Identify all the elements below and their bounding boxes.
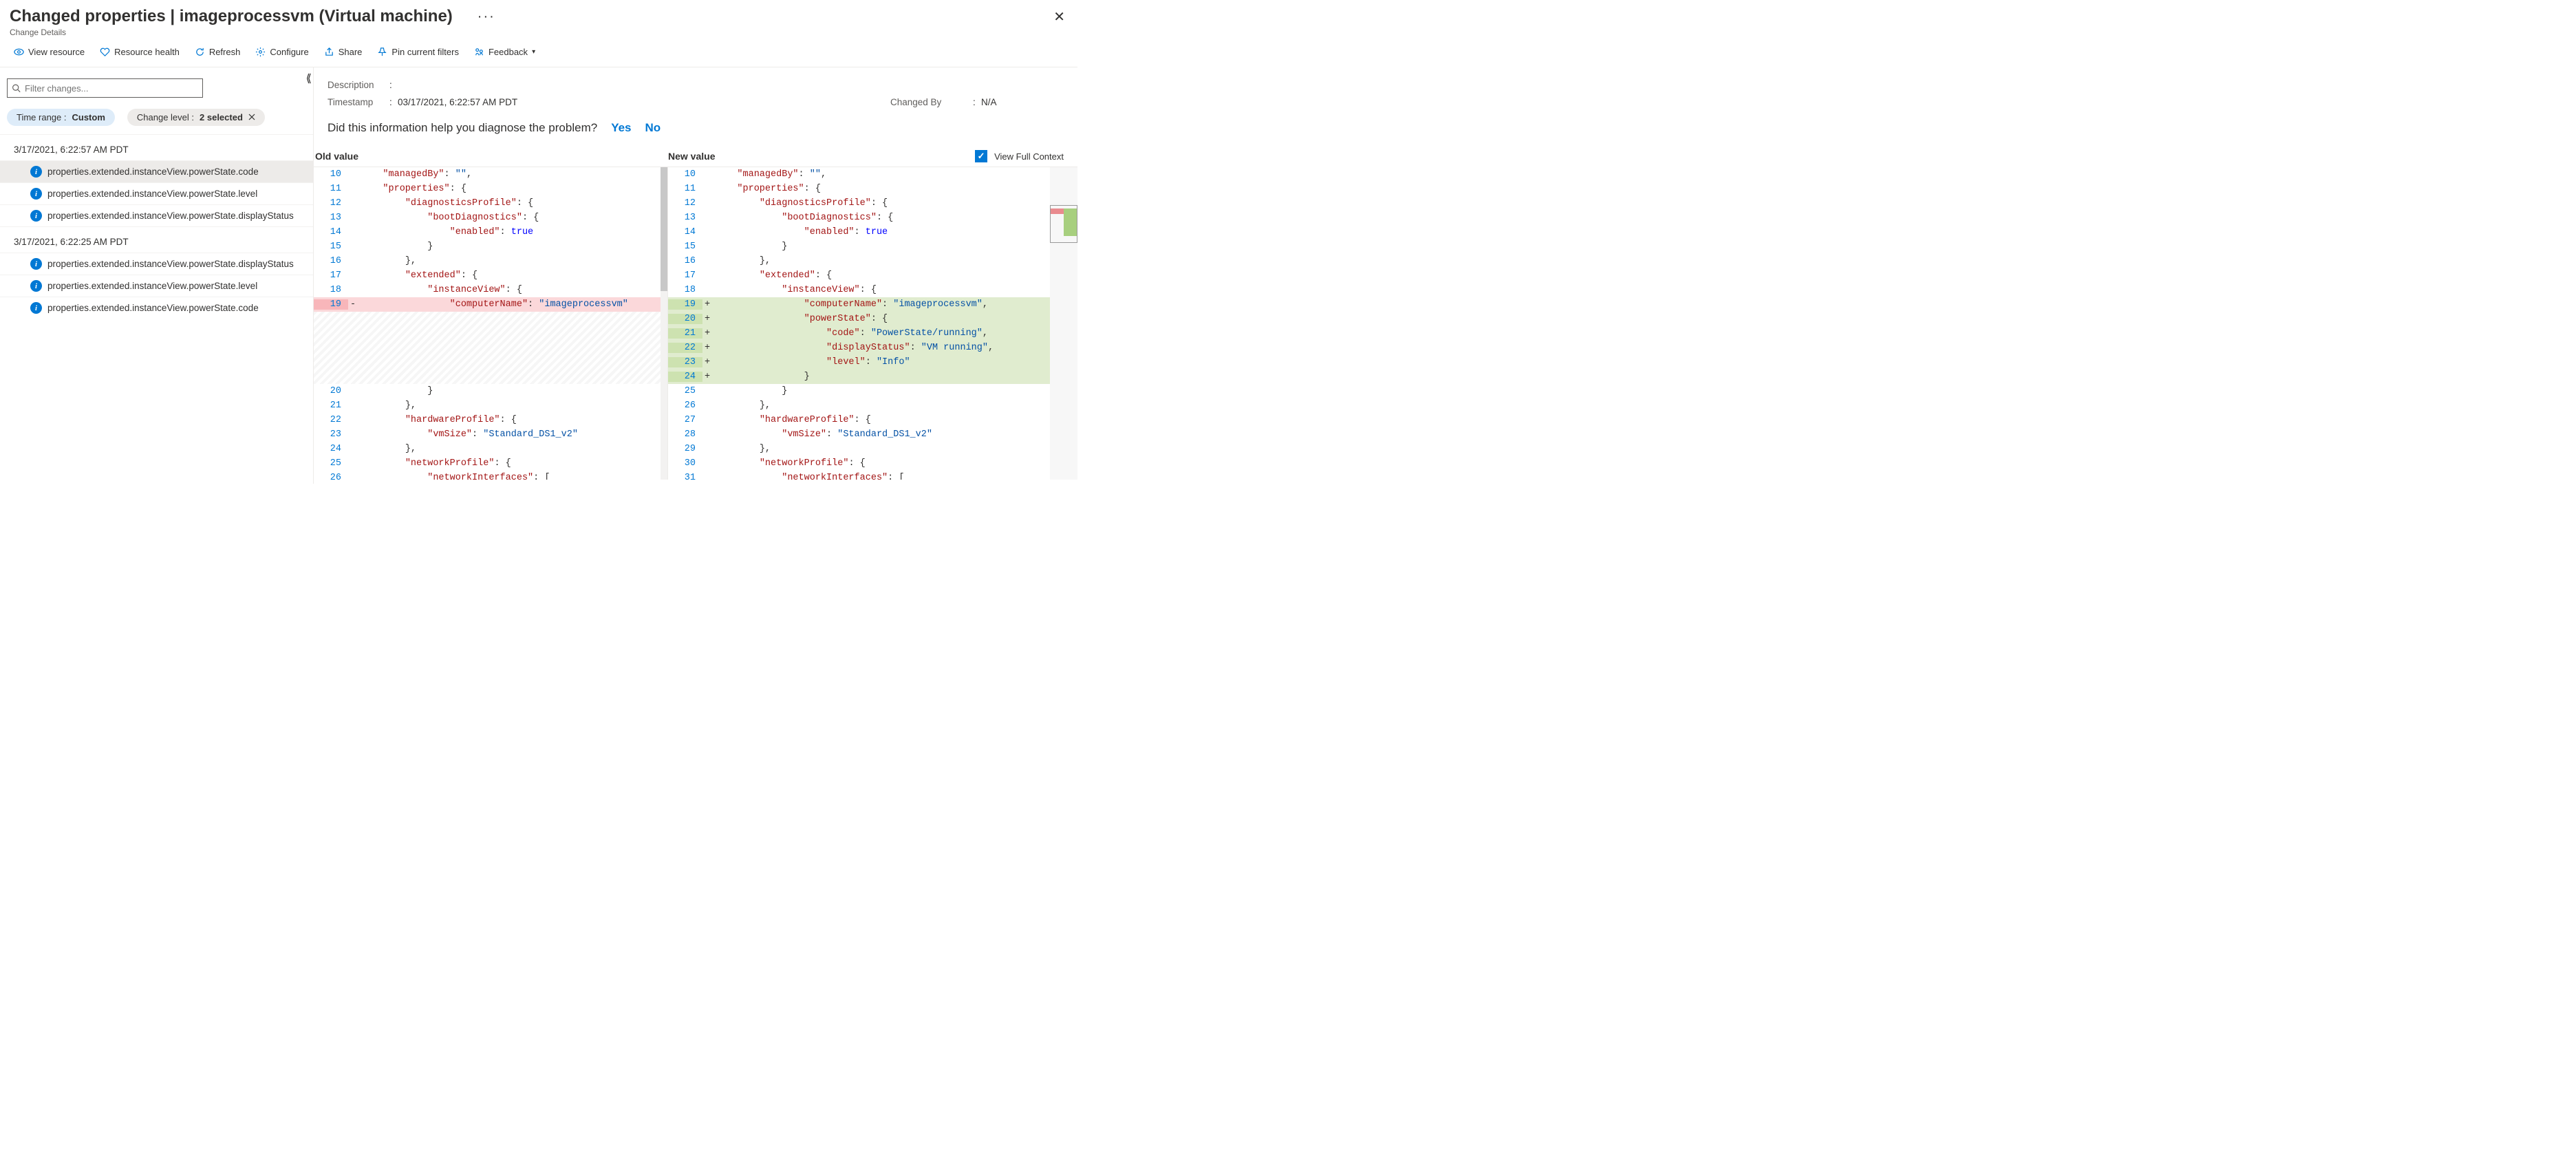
diff-line: 28 "vmSize": "Standard_DS1_v2" — [668, 427, 1050, 442]
share-button[interactable]: Share — [324, 47, 363, 57]
diff-line: 23+ "level": "Info" — [668, 355, 1050, 370]
info-icon — [30, 258, 42, 270]
value-changedby: N/A — [981, 97, 1064, 107]
diff-line: 10 "managedBy": "", — [314, 167, 667, 182]
diff-line: 18 "instanceView": { — [314, 283, 667, 297]
feedback-question: Did this information help you diagnose t… — [328, 121, 597, 135]
chevron-down-icon: ▾ — [532, 48, 535, 56]
diff-line: 25 "networkProfile": { — [314, 456, 667, 471]
page-title: Changed properties | imageprocessvm (Vir… — [10, 7, 453, 26]
pin-button[interactable]: Pin current filters — [377, 47, 459, 57]
filter-pill-timerange[interactable]: Time range : Custom — [7, 109, 115, 126]
filter-input-wrapper[interactable] — [7, 78, 203, 98]
diff-line: 24+ } — [668, 370, 1050, 384]
full-context-checkbox[interactable] — [975, 150, 987, 162]
diff-line: 27 "hardwareProfile": { — [668, 413, 1050, 427]
diff-filler — [314, 312, 667, 384]
diff-line: 29 }, — [668, 442, 1050, 456]
diff-line: 13 "bootDiagnostics": { — [668, 211, 1050, 225]
change-group-header: 3/17/2021, 6:22:25 AM PDT — [0, 226, 313, 253]
label-timestamp: Timestamp — [328, 97, 389, 107]
diff-line: 17 "extended": { — [314, 268, 667, 283]
changed-property-row[interactable]: properties.extended.instanceView.powerSt… — [0, 297, 313, 319]
feedback-button[interactable]: Feedback▾ — [474, 47, 535, 57]
diff-line: 20 } — [314, 384, 667, 398]
diff-line: 25 } — [668, 384, 1050, 398]
diff-line: 12 "diagnosticsProfile": { — [314, 196, 667, 211]
value-timestamp: 03/17/2021, 6:22:57 AM PDT — [398, 97, 890, 107]
label-changedby: Changed By — [890, 97, 973, 107]
changed-property-row[interactable]: properties.extended.instanceView.powerSt… — [0, 160, 313, 182]
diff-line: 30 "networkProfile": { — [668, 456, 1050, 471]
diff-line: 16 }, — [668, 254, 1050, 268]
diff-line: 12 "diagnosticsProfile": { — [668, 196, 1050, 211]
old-value-header: Old value — [314, 151, 668, 162]
diff-line: 26 }, — [668, 398, 1050, 413]
diff-line: 19+ "computerName": "imageprocessvm", — [668, 297, 1050, 312]
feedback-yes[interactable]: Yes — [611, 121, 631, 135]
diff-line: 15 } — [314, 239, 667, 254]
diff-line: 11 "properties": { — [314, 182, 667, 196]
more-menu-icon[interactable]: ··· — [477, 9, 495, 25]
changed-property-row[interactable]: properties.extended.instanceView.powerSt… — [0, 253, 313, 275]
refresh-button[interactable]: Refresh — [195, 47, 241, 57]
change-detail-pane: Description : Timestamp : 03/17/2021, 6:… — [314, 67, 1077, 484]
new-value-header: New value — [668, 151, 975, 162]
filter-pill-changelevel[interactable]: Change level : 2 selected — [127, 109, 265, 126]
change-group-header: 3/17/2021, 6:22:57 AM PDT — [0, 134, 313, 160]
resource-health-button[interactable]: Resource health — [100, 47, 180, 57]
breadcrumb: Change Details — [10, 28, 1068, 37]
diff-line: 26 "networkInterfaces": [ — [314, 471, 667, 480]
overview-ruler[interactable] — [1050, 167, 1077, 480]
diff-line: 15 } — [668, 239, 1050, 254]
diff-line: 14 "enabled": true — [668, 225, 1050, 239]
diff-line: 22+ "displayStatus": "VM running", — [668, 341, 1050, 355]
diff-new-column: 10 "managedBy": "",11 "properties": {12 … — [668, 167, 1050, 480]
diff-line: 18 "instanceView": { — [668, 283, 1050, 297]
changes-list-pane: ⟨⟨ Time range : Custom Change level : 2 … — [0, 67, 314, 484]
diff-old-column: 10 "managedBy": "",11 "properties": {12 … — [314, 167, 668, 480]
filter-input[interactable] — [25, 83, 198, 94]
diff-line: 11 "properties": { — [668, 182, 1050, 196]
changed-property-row[interactable]: properties.extended.instanceView.powerSt… — [0, 204, 313, 226]
configure-button[interactable]: Configure — [255, 47, 308, 57]
diff-line: 16 }, — [314, 254, 667, 268]
full-context-label: View Full Context — [994, 151, 1064, 162]
collapse-pane-icon[interactable]: ⟨⟨ — [306, 72, 309, 85]
remove-filter-icon[interactable] — [248, 112, 255, 122]
changed-property-row[interactable]: properties.extended.instanceView.powerSt… — [0, 275, 313, 297]
diff-line: 24 }, — [314, 442, 667, 456]
close-icon[interactable]: ✕ — [1051, 8, 1068, 25]
diff-line: 20+ "powerState": { — [668, 312, 1050, 326]
command-bar: View resource Resource health Refresh Confi… — [0, 40, 1077, 67]
scrollbar-old[interactable] — [661, 167, 667, 480]
info-icon — [30, 302, 42, 314]
info-icon — [30, 188, 42, 200]
diff-line: 21+ "code": "PowerState/running", — [668, 326, 1050, 341]
diff-line: 21 }, — [314, 398, 667, 413]
diff-line: 23 "vmSize": "Standard_DS1_v2" — [314, 427, 667, 442]
diff-line: 19- "computerName": "imageprocessvm" — [314, 297, 667, 312]
label-description: Description — [328, 80, 389, 90]
diff-line: 14 "enabled": true — [314, 225, 667, 239]
diff-line: 13 "bootDiagnostics": { — [314, 211, 667, 225]
diff-line: 17 "extended": { — [668, 268, 1050, 283]
diff-line: 22 "hardwareProfile": { — [314, 413, 667, 427]
view-resource-button[interactable]: View resource — [14, 47, 85, 57]
value-description — [398, 80, 890, 90]
diff-line: 31 "networkInterfaces": [ — [668, 471, 1050, 480]
info-icon — [30, 280, 42, 292]
diff-line: 10 "managedBy": "", — [668, 167, 1050, 182]
changed-property-row[interactable]: properties.extended.instanceView.powerSt… — [0, 182, 313, 204]
info-icon — [30, 166, 42, 178]
search-icon — [12, 83, 21, 93]
feedback-no[interactable]: No — [645, 121, 661, 135]
info-icon — [30, 210, 42, 222]
